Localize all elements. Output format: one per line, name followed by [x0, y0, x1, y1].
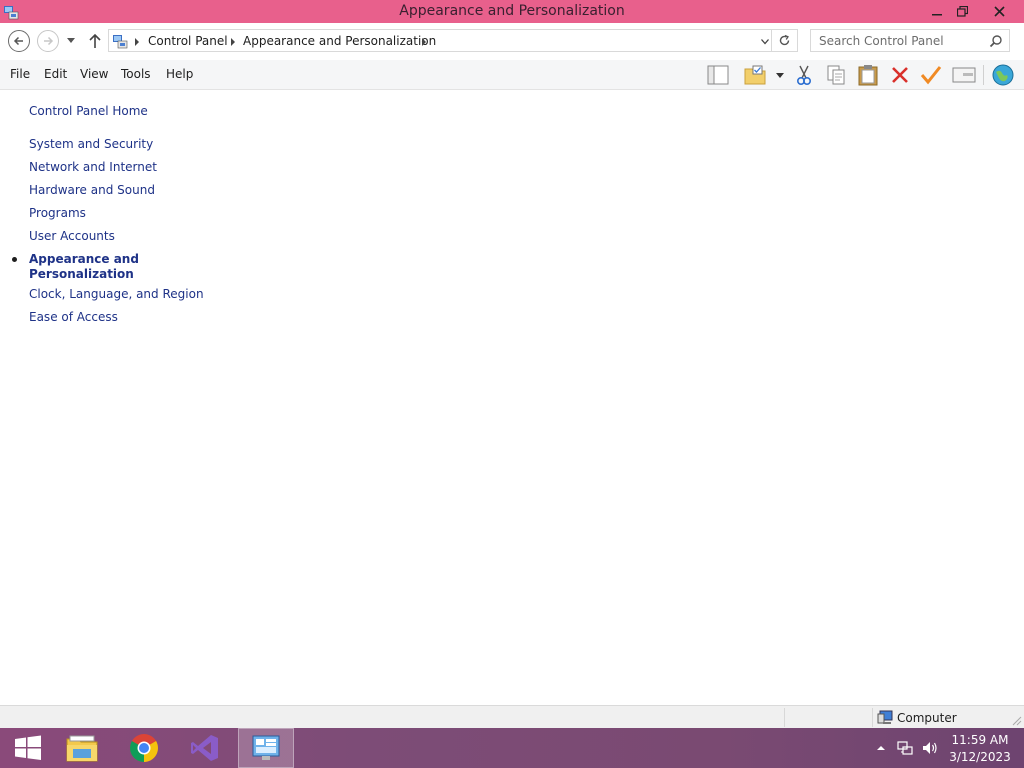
restore-icon	[956, 6, 968, 17]
file-explorer-icon	[66, 735, 98, 762]
nav-programs[interactable]: Programs	[29, 206, 86, 220]
network-icon[interactable]	[897, 740, 913, 756]
computer-icon	[877, 710, 893, 724]
chevron-down-icon[interactable]	[761, 39, 769, 45]
globe-button[interactable]	[991, 63, 1015, 87]
menu-file[interactable]: File	[10, 67, 30, 81]
search-box[interactable]	[810, 29, 1010, 52]
copy-icon	[827, 65, 845, 85]
delete-icon	[892, 67, 908, 83]
cut-icon	[796, 65, 812, 86]
taskbar: 11:59 AM 3/12/2023	[0, 728, 1024, 768]
chrome-icon	[130, 734, 158, 762]
nav-appearance-and-personalization[interactable]: Appearance and Personalization	[29, 252, 149, 282]
menu-tools[interactable]: Tools	[121, 67, 151, 81]
windows-logo-icon	[15, 735, 41, 760]
volume-icon[interactable]	[921, 740, 939, 756]
properties-button[interactable]	[952, 63, 976, 87]
control-panel-icon	[113, 35, 128, 49]
taskbar-chrome[interactable]	[116, 728, 172, 768]
layout-pane-icon	[707, 65, 729, 85]
layout-pane-button[interactable]	[706, 63, 730, 87]
menu-help[interactable]: Help	[166, 67, 193, 81]
folder-check-button[interactable]	[743, 63, 767, 87]
back-arrow-icon	[13, 36, 23, 46]
check-icon	[920, 66, 942, 85]
address-bar[interactable]: Control Panel Appearance and Personaliza…	[108, 29, 772, 52]
restore-button[interactable]	[947, 0, 977, 23]
current-page-bullet	[12, 257, 17, 262]
menu-view[interactable]: View	[80, 67, 108, 81]
start-button[interactable]	[0, 728, 56, 768]
folder-options-dropdown[interactable]	[776, 73, 784, 78]
nav-hardware-and-sound[interactable]: Hardware and Sound	[29, 183, 155, 197]
nav-ease-of-access[interactable]: Ease of Access	[29, 310, 118, 324]
window-title: Appearance and Personalization	[399, 3, 625, 19]
visual-studio-icon	[191, 735, 218, 761]
nav-user-accounts[interactable]: User Accounts	[29, 229, 115, 243]
up-arrow-icon[interactable]	[86, 31, 104, 51]
status-location: Computer	[897, 711, 957, 725]
nav-clock-language-region[interactable]: Clock, Language, and Region	[29, 287, 204, 301]
copy-button[interactable]	[824, 63, 848, 87]
forward-button[interactable]	[37, 30, 59, 52]
title-bar: Appearance and Personalization	[0, 0, 1024, 23]
status-divider	[872, 708, 873, 727]
search-input[interactable]	[811, 30, 983, 51]
breadcrumb-separator-icon[interactable]	[135, 38, 139, 46]
paste-button[interactable]	[856, 63, 880, 87]
control-panel-home-link[interactable]: Control Panel Home	[29, 104, 148, 118]
control-panel-icon	[252, 735, 280, 760]
breadcrumb-separator-icon[interactable]	[231, 38, 235, 46]
back-button[interactable]	[8, 30, 30, 52]
status-bar: Computer	[0, 705, 1024, 728]
delete-button[interactable]	[888, 63, 912, 87]
recent-locations-dropdown[interactable]	[67, 38, 75, 43]
taskbar-visual-studio[interactable]	[177, 728, 233, 768]
nav-network-and-internet[interactable]: Network and Internet	[29, 160, 157, 174]
close-button[interactable]	[983, 0, 1015, 23]
check-button[interactable]	[919, 63, 943, 87]
search-icon[interactable]	[989, 34, 1003, 48]
nav-system-and-security[interactable]: System and Security	[29, 137, 153, 151]
clock-time[interactable]: 11:59 AM	[940, 733, 1020, 747]
clock-date[interactable]: 3/12/2023	[940, 750, 1020, 764]
menu-toolbar-row: File Edit View Tools Help	[0, 60, 1024, 90]
refresh-button[interactable]	[772, 29, 798, 52]
cut-button[interactable]	[792, 63, 816, 87]
paste-icon	[858, 65, 878, 86]
resize-grip-icon[interactable]	[1012, 716, 1022, 726]
properties-icon	[952, 67, 976, 83]
status-divider	[784, 708, 785, 727]
taskbar-control-panel[interactable]	[238, 728, 294, 768]
folder-check-icon	[744, 65, 766, 85]
minimize-icon	[932, 13, 942, 15]
breadcrumb-appearance[interactable]: Appearance and Personalization	[243, 34, 436, 48]
show-hidden-icons-icon[interactable]	[876, 745, 886, 751]
refresh-icon	[779, 34, 790, 46]
menu-edit[interactable]: Edit	[44, 67, 67, 81]
forward-arrow-icon	[44, 36, 54, 46]
taskbar-file-explorer[interactable]	[54, 728, 110, 768]
toolbar-separator	[983, 65, 984, 85]
breadcrumb-separator-icon[interactable]	[422, 38, 426, 46]
close-icon	[993, 6, 1005, 17]
globe-icon	[992, 64, 1014, 86]
breadcrumb-control-panel[interactable]: Control Panel	[148, 34, 228, 48]
address-row: Control Panel Appearance and Personaliza…	[0, 23, 1024, 60]
